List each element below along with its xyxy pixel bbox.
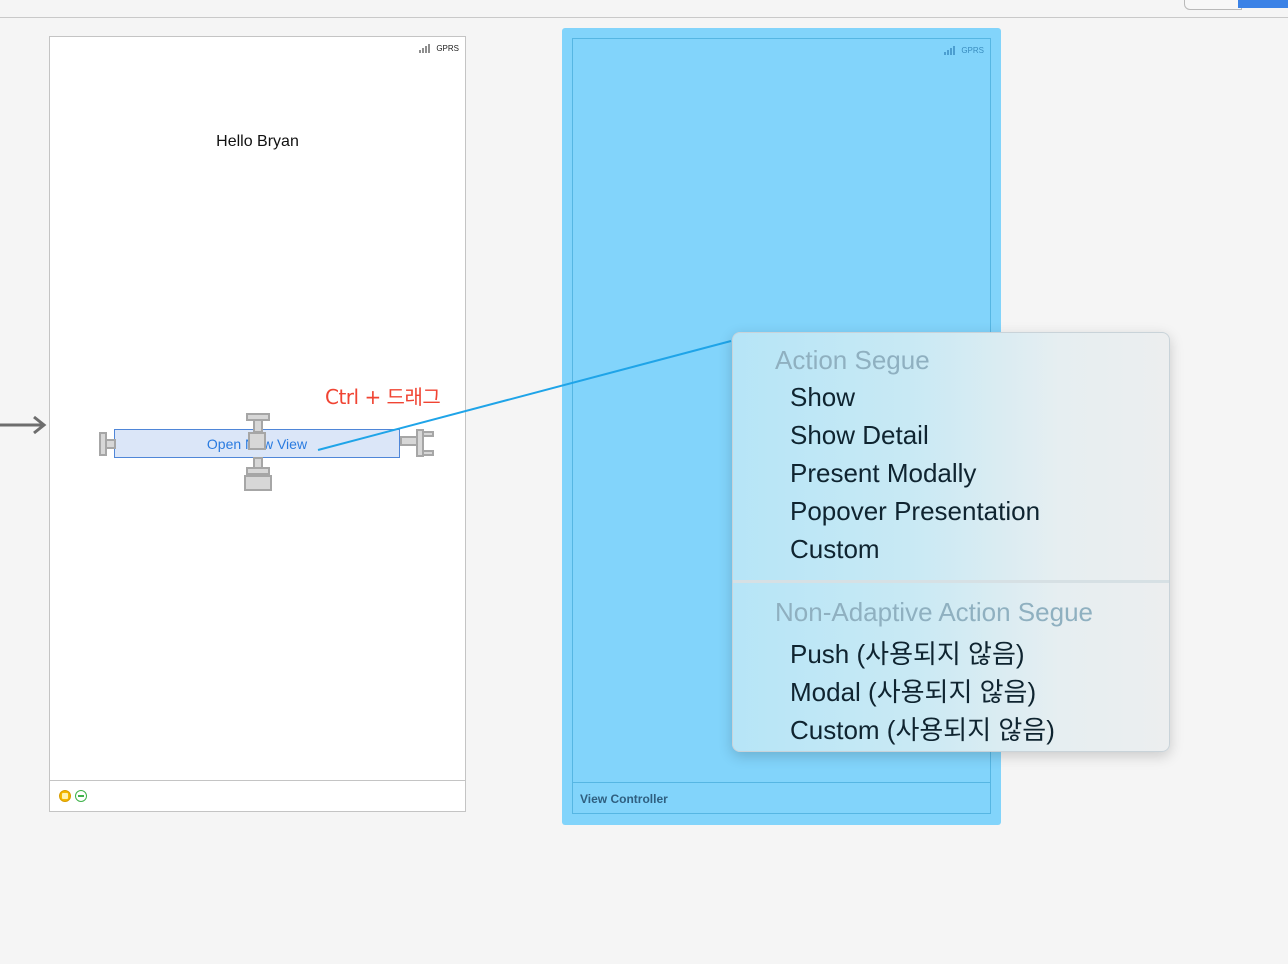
menu-item-show-detail[interactable]: Show Detail	[790, 420, 929, 451]
open-new-view-button[interactable]: Open New View	[114, 429, 400, 458]
view-controller-icon[interactable]	[59, 790, 71, 802]
scene-title: View Controller	[580, 792, 668, 806]
toolbar-toggle-button-active[interactable]	[1238, 0, 1288, 8]
menu-item-present-modally[interactable]: Present Modally	[790, 458, 976, 489]
signal-bars-icon	[944, 46, 956, 55]
exit-icon[interactable]	[75, 790, 87, 802]
canvas-top-divider	[0, 17, 1288, 18]
ctrl-drag-annotation: Ctrl + 드래그	[325, 385, 441, 409]
carrier-label: GPRS	[436, 44, 459, 53]
first-view-controller-scene[interactable]: GPRS Hello Bryan	[49, 36, 466, 812]
status-bar: GPRS	[944, 46, 984, 55]
toolbar-toggle-button[interactable]	[1184, 0, 1242, 10]
scene-dock: View Controller	[573, 782, 990, 813]
entry-point-arrow-icon[interactable]	[0, 414, 48, 436]
menu-item-popover-presentation[interactable]: Popover Presentation	[790, 496, 1040, 527]
segue-popup-menu[interactable]: Action Segue Show Show Detail Present Mo…	[732, 332, 1170, 752]
menu-section-header: Action Segue	[775, 345, 930, 375]
menu-item-push[interactable]: Push (사용되지 않음)	[790, 634, 1025, 671]
menu-item-modal[interactable]: Modal (사용되지 않음)	[790, 672, 1036, 709]
scene-dock	[50, 780, 465, 811]
hello-label[interactable]: Hello Bryan	[50, 133, 465, 151]
signal-bars-icon	[419, 44, 431, 53]
carrier-label: GPRS	[961, 46, 984, 55]
status-bar: GPRS	[419, 44, 459, 53]
menu-section-header: Non-Adaptive Action Segue	[775, 597, 1093, 627]
menu-item-show[interactable]: Show	[790, 382, 855, 413]
menu-separator	[733, 580, 1169, 583]
menu-item-custom-deprecated[interactable]: Custom (사용되지 않음)	[790, 710, 1055, 747]
menu-item-custom[interactable]: Custom	[790, 534, 880, 565]
